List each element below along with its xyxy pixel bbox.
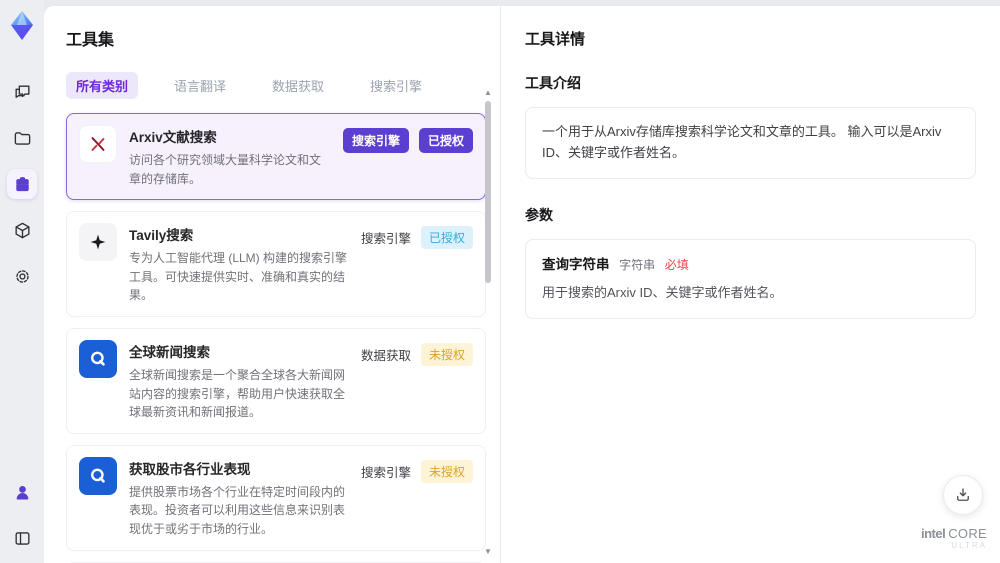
main-surface: 工具集 所有类别 语言翻译 数据获取 搜索引擎 Arxiv文献搜索 访问各个研究领域大… (44, 6, 1000, 563)
list-scrollbar[interactable]: ▲ ▼ (483, 88, 493, 557)
download-button[interactable] (943, 475, 983, 515)
tool-desc: 专为人工智能代理 (LLM) 构建的搜索引擎工具。可快速提供实时、准确和真实的结… (129, 251, 348, 303)
tool-card[interactable]: 全球新闻搜索 全球新闻搜索是一个聚合全球各大新闻网站内容的搜索引擎，帮助用户快速… (66, 327, 486, 434)
params-box: 查询字符串 字符串 必填 用于搜索的Arxiv ID、关键字或作者姓名。 (525, 238, 976, 320)
intel-wordmark: intel (921, 525, 946, 541)
tool-name: 全球新闻搜索 (129, 344, 210, 360)
sidebar-item-panel-toggle[interactable] (7, 523, 37, 553)
tool-desc: 全球新闻搜索是一个聚合全球各大新闻网站内容的搜索引擎，帮助用户快速获取全球最新资… (129, 367, 346, 420)
category-tab[interactable]: 语言翻译 (164, 72, 236, 99)
cube-icon (14, 222, 30, 238)
param-item: 查询字符串 字符串 必填 用于搜索的Arxiv ID、关键字或作者姓名。 (542, 254, 959, 305)
intel-core-logo: intel CORE ULTRA (921, 525, 987, 551)
arxiv-logo-icon (91, 137, 105, 151)
details-title: 工具详情 (525, 31, 586, 48)
intro-heading: 工具介绍 (525, 75, 581, 91)
tool-card[interactable]: Tavily搜索 专为人工智能代理 (LLM) 构建的搜索引擎工具。可快速提供实… (66, 211, 486, 317)
page-title: 工具集 (66, 32, 115, 49)
sidebar-item-account[interactable] (7, 477, 37, 507)
tool-card[interactable]: 获取股市各行业表现 提供股票市场各个行业在特定时间段内的表现。投资者可以利用这些… (66, 444, 486, 551)
arxiv-logo-icon (79, 125, 117, 163)
tool-card[interactable]: Arxiv文献搜索 访问各个研究领域大量科学论文和文章的存储库。 搜索引擎 已授… (66, 113, 486, 201)
tool-name: 获取股市各行业表现 (129, 461, 251, 477)
sidebar-item-chat[interactable] (7, 77, 37, 107)
news-q-icon (79, 339, 117, 378)
param-type: 字符串 (619, 257, 656, 272)
sidebar-item-files[interactable] (7, 123, 37, 153)
user-icon (16, 485, 28, 500)
scrollbar-thumb[interactable] (485, 101, 491, 283)
intro-box: 一个用于从Arxiv存储库搜索科学论文和文章的工具。 输入可以是Arxiv ID… (525, 107, 976, 179)
tool-auth-badge: 未授权 (420, 342, 473, 366)
sidebar-item-settings[interactable] (7, 261, 37, 291)
chat-icon (14, 84, 30, 98)
tavily-sparkle-icon (90, 234, 106, 250)
tool-list-panel: 工具集 所有类别 语言翻译 数据获取 搜索引擎 Arxiv文献搜索 访问各个研究领域大… (44, 6, 500, 563)
tool-auth-badge: 未授权 (420, 459, 473, 483)
ultra-wordmark: ULTRA (951, 541, 987, 551)
sidebar-item-tools[interactable] (7, 169, 37, 199)
tool-name: Tavily搜索 (129, 228, 194, 244)
app-logo[interactable] (6, 9, 38, 43)
param-desc: 用于搜索的Arxiv ID、关键字或作者姓名。 (542, 285, 783, 301)
param-name: 查询字符串 (542, 256, 610, 272)
tavily-sparkle-icon (79, 223, 117, 262)
tool-category-badge: 搜索引擎 (360, 232, 411, 247)
download-icon (957, 488, 969, 501)
category-tab[interactable]: 搜索引擎 (360, 72, 432, 99)
tool-desc: 提供股票市场各个行业在特定时间段内的表现。投资者可以利用这些信息来识别表现优于或… (129, 484, 346, 536)
tool-category-badge: 数据获取 (360, 348, 411, 363)
category-tab[interactable]: 所有类别 (66, 72, 139, 99)
tool-category-badge: 搜索引擎 (360, 465, 411, 480)
param-list: 查询字符串 字符串 必填 用于搜索的Arxiv ID、关键字或作者姓名。 (542, 254, 959, 305)
sidebar-item-packages[interactable] (7, 215, 37, 245)
tool-auth-badge: 已授权 (418, 128, 473, 153)
scroll-down-icon[interactable]: ▼ (483, 547, 493, 557)
tool-list: Arxiv文献搜索 访问各个研究领域大量科学论文和文章的存储库。 搜索引擎 已授… (66, 113, 486, 563)
core-wordmark: CORE (948, 525, 987, 541)
left-sidebar (0, 0, 44, 563)
category-tabs: 所有类别 语言翻译 数据获取 搜索引擎 (66, 72, 474, 99)
scroll-up-icon[interactable]: ▲ (483, 88, 493, 98)
news-q-icon (91, 351, 105, 366)
news-q-icon (91, 468, 105, 483)
params-heading: 参数 (525, 206, 553, 223)
news-q-icon (79, 456, 117, 495)
folder-icon (14, 131, 30, 145)
panel-toggle-icon (14, 531, 30, 545)
category-tab[interactable]: 数据获取 (262, 72, 334, 99)
tool-auth-badge: 已授权 (420, 226, 473, 250)
tool-desc: 访问各个研究领域大量科学论文和文章的存储库。 (129, 153, 322, 186)
toolbox-icon (15, 176, 29, 191)
tool-details-panel: 工具详情 工具介绍 一个用于从Arxiv存储库搜索科学论文和文章的工具。 输入可… (500, 6, 1000, 563)
tool-category-badge: 搜索引擎 (342, 128, 409, 153)
tool-name: Arxiv文献搜索 (129, 130, 217, 145)
gear-icon (15, 269, 29, 283)
param-required-flag: 必填 (664, 257, 689, 272)
